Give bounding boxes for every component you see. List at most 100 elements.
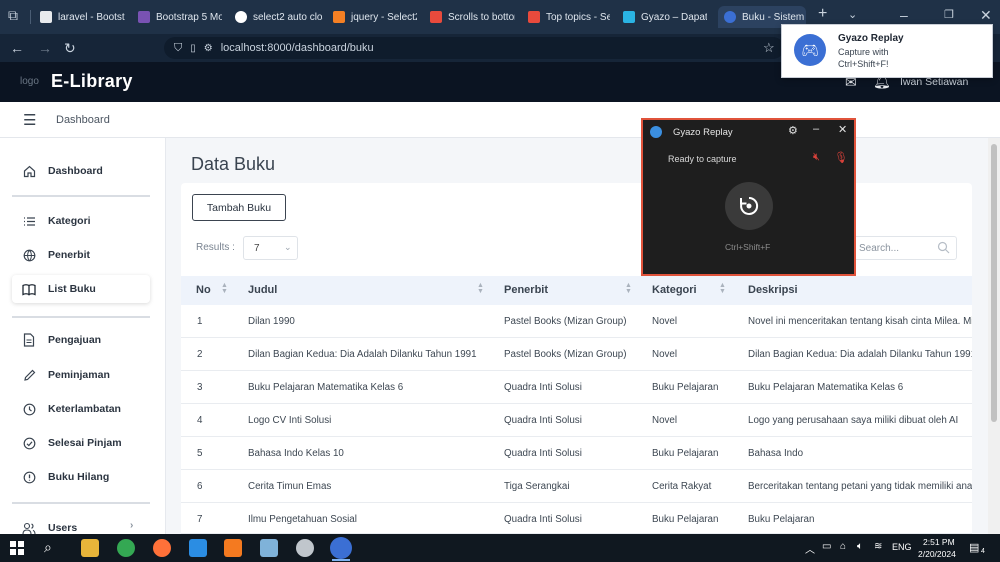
sidebar-item-buku-hilang[interactable]: Buku Hilang [12, 463, 150, 491]
table-row[interactable]: 1 Dilan 1990 Pastel Books (Mizan Group) … [181, 305, 972, 338]
close-window-icon[interactable]: ✕ [980, 6, 992, 24]
cell-judul: Cerita Timun Emas [248, 481, 332, 492]
windows-start-icon[interactable] [10, 541, 24, 558]
google-favicon-icon [235, 11, 247, 23]
sidebar-item-list-buku[interactable]: List Buku [12, 275, 150, 303]
sidebar-item-selesai-pinjam[interactable]: Selesai Pinjam [12, 429, 150, 457]
table-row[interactable]: 3 Buku Pelajaran Matematika Kelas 6 Quad… [181, 371, 972, 404]
battery-icon[interactable]: ▭ [822, 541, 831, 552]
cell-penerbit: Pastel Books (Mizan Group) [504, 349, 627, 360]
browser-tab[interactable]: Gyazo – Dapatka [623, 6, 707, 28]
sidebar-item-label: Pengajuan [48, 334, 102, 346]
tab-actions-icon[interactable]: ⧉ [8, 6, 18, 24]
browser-tab[interactable]: jquery - Select2 [333, 6, 417, 28]
wifi-icon[interactable]: ≋ [874, 541, 882, 552]
browser-tab[interactable]: Bootstrap 5 Mod [138, 6, 222, 28]
minimize-icon[interactable]: – [813, 123, 819, 135]
gyazo-logo-icon: 🎮︎ [794, 34, 826, 66]
back-arrow-icon[interactable]: ← [10, 39, 24, 57]
chrome-icon[interactable] [117, 539, 135, 557]
shield-icon[interactable]: ⛉ [174, 42, 182, 55]
address-bar[interactable]: ⛉ ▯ ⚙ localhost:8000/dashboard/buku [164, 37, 784, 59]
clock-date[interactable]: 2/20/2024 [918, 549, 956, 559]
page-scrollbar[interactable] [988, 138, 1000, 534]
column-header-penerbit[interactable]: Penerbit [504, 284, 548, 296]
browser-tab[interactable]: Top topics - Sele [528, 6, 610, 28]
volume-icon[interactable]: 🔈︎ [857, 541, 863, 552]
firefox-icon[interactable] [153, 539, 171, 557]
speaker-muted-icon[interactable]: 🔇︎ [813, 151, 820, 164]
page-favicon-icon [724, 11, 736, 23]
sidebar-item-pengajuan[interactable]: Pengajuan [12, 326, 150, 354]
gear-icon[interactable]: ⚙ [788, 124, 798, 137]
notepad-icon[interactable] [260, 539, 278, 557]
clock-time[interactable]: 2:51 PM [923, 537, 955, 547]
cell-no: 7 [197, 514, 203, 525]
forward-arrow-icon[interactable]: → [38, 39, 52, 57]
breadcrumb[interactable]: Dashboard [56, 114, 110, 126]
page-info-icon[interactable]: ▯ [190, 43, 196, 54]
page-favicon-icon [40, 11, 52, 23]
minimize-window-icon[interactable]: – [900, 6, 908, 24]
search-icon[interactable] [937, 241, 950, 257]
microphone-muted-icon[interactable]: 🎙︎ [834, 151, 848, 164]
add-book-button[interactable]: Tambah Buku [192, 194, 286, 221]
sort-icon[interactable]: ▲ ▼ [625, 282, 632, 295]
column-header-judul[interactable]: Judul [248, 284, 277, 296]
table-row[interactable]: 7 Ilmu Pengetahuan Sosial Quadra Inti So… [181, 503, 972, 534]
table-row[interactable]: 4 Logo CV Inti Solusi Quadra Inti Solusi… [181, 404, 972, 437]
browser-tab[interactable]: select2 auto clos [235, 6, 323, 28]
network-icon[interactable]: ⌂ [840, 541, 846, 552]
column-header-no[interactable]: No [196, 284, 211, 296]
gyazo-notification[interactable]: 🎮︎ Gyazo Replay Capture with Ctrl+Shift+… [781, 24, 993, 78]
app-title: E-Library [51, 71, 133, 91]
table-row[interactable]: 2 Dilan Bagian Kedua: Dia Adalah Dilanku… [181, 338, 972, 371]
scrollbar-thumb[interactable] [991, 144, 997, 422]
notification-center-icon[interactable]: ▤ [969, 541, 979, 554]
cell-no: 2 [197, 349, 203, 360]
sort-icon[interactable]: ▲ ▼ [221, 282, 228, 295]
hamburger-menu-icon[interactable]: ☰ [23, 111, 36, 129]
gyazo-taskbar-icon[interactable] [330, 537, 352, 559]
tab-label: select2 auto clos [253, 11, 323, 23]
sort-icon[interactable]: ▲ ▼ [477, 282, 484, 295]
capture-button[interactable] [725, 182, 773, 230]
tab-list-chevron-icon[interactable]: ⌄ [848, 6, 857, 24]
tab-label: laravel - Bootstr [58, 11, 125, 23]
table-row[interactable]: 6 Cerita Timun Emas Tiga Serangkai Cerit… [181, 470, 972, 503]
chevron-down-icon: ⌄ [284, 242, 292, 252]
sidebar-item-label: Selesai Pinjam [48, 437, 122, 449]
cell-kategori: Novel [652, 349, 678, 360]
column-header-kategori[interactable]: Kategori [652, 284, 697, 296]
cell-kategori: Novel [652, 415, 678, 426]
sidebar-item-penerbit[interactable]: Penerbit [12, 241, 150, 269]
xampp-icon[interactable] [224, 539, 242, 557]
browser-tab[interactable]: laravel - Bootstr [40, 6, 125, 28]
restore-window-icon[interactable]: ❐ [944, 6, 954, 24]
results-per-page-select[interactable]: 7 ⌄ [243, 236, 298, 260]
sidebar-item-peminjaman[interactable]: Peminjaman [12, 361, 150, 389]
table-row[interactable]: 5 Bahasa Indo Kelas 10 Quadra Inti Solus… [181, 437, 972, 470]
close-icon[interactable]: ✕ [838, 123, 847, 136]
language-indicator[interactable]: ENG [892, 542, 912, 552]
url-text[interactable]: localhost:8000/dashboard/buku [221, 42, 374, 54]
sidebar-item-keterlambatan[interactable]: Keterlambatan [12, 395, 150, 423]
column-header-deskripsi[interactable]: Deskripsi [748, 284, 798, 296]
reload-icon[interactable]: ↻ [64, 39, 76, 57]
sort-icon[interactable]: ▲ ▼ [719, 282, 726, 295]
permissions-icon[interactable]: ⚙ [204, 43, 213, 54]
chevron-up-icon[interactable]: ︿ [805, 541, 815, 556]
browser-tab[interactable]: Scrolls to bottom [430, 6, 515, 28]
app-icon[interactable] [296, 539, 314, 557]
cell-no: 5 [197, 448, 203, 459]
vscode-icon[interactable] [189, 539, 207, 557]
sidebar-item-kategori[interactable]: Kategori [12, 207, 150, 235]
search-icon[interactable]: ⌕ [44, 539, 52, 556]
sidebar-item-dashboard[interactable]: Dashboard [12, 157, 150, 185]
new-tab-icon[interactable]: + [818, 5, 827, 23]
search-input[interactable]: Search... [852, 236, 957, 260]
notification-title: Gyazo Replay [838, 33, 904, 44]
file-explorer-icon[interactable] [81, 539, 99, 557]
bookmark-star-icon[interactable]: ☆ [763, 39, 775, 57]
tab-label: Top topics - Sele [546, 11, 610, 23]
